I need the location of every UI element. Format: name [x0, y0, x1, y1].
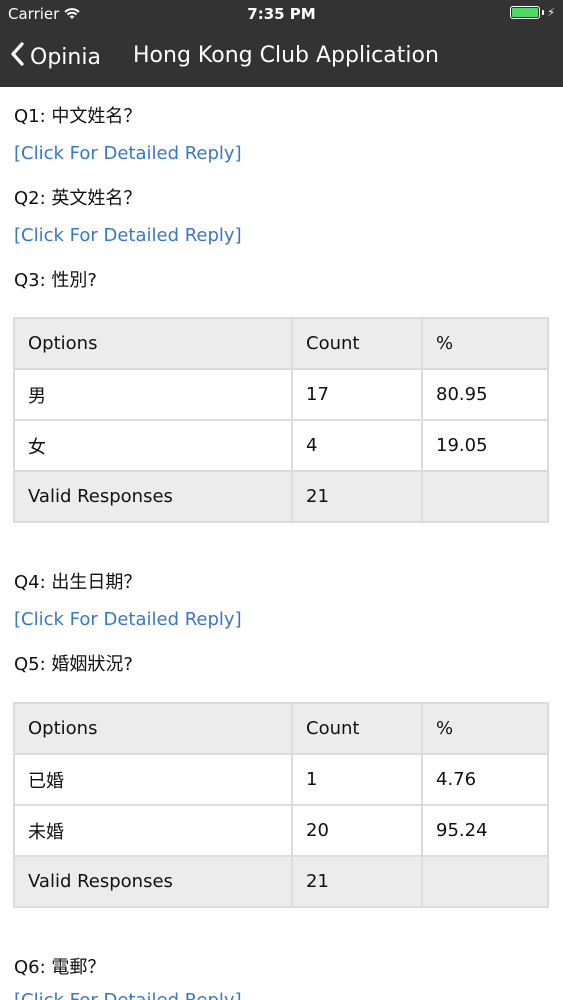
table-footer-row: Valid Responses 21	[13, 470, 549, 523]
detailed-reply-link-q1[interactable]: [Click For Detailed Reply]	[14, 143, 242, 164]
table-header-row: Options Count %	[13, 702, 549, 755]
charging-bolt-icon: ⚡	[547, 6, 555, 19]
screen: Carrier 7:35 PM ⚡ Opinia Hong Kong Club …	[0, 0, 563, 1000]
column-header-percent: %	[421, 317, 549, 370]
clock: 7:35 PM	[247, 5, 316, 23]
navigation-bar: Opinia Hong Kong Club Application	[0, 28, 563, 87]
option-cell: 未婚	[13, 804, 293, 857]
valid-responses-label: Valid Responses	[13, 855, 293, 908]
question-q6: Q6: 電郵？	[14, 957, 106, 978]
table-footer-row: Valid Responses 21	[13, 855, 549, 908]
results-table-q5: Options Count % 已婚 1 4.76 未婚 20 95.24 Va…	[13, 702, 549, 908]
table-row: 女 4 19.05	[13, 419, 549, 472]
top-bar: Carrier 7:35 PM ⚡ Opinia Hong Kong Club …	[0, 0, 563, 87]
option-cell: 女	[13, 419, 293, 472]
count-cell: 4	[291, 419, 423, 472]
valid-responses-count: 21	[291, 470, 423, 523]
table-row: 未婚 20 95.24	[13, 804, 549, 857]
question-q3: Q3: 性別?	[14, 270, 97, 291]
valid-responses-percent	[421, 470, 549, 523]
percent-cell: 95.24	[421, 804, 549, 857]
column-header-percent: %	[421, 702, 549, 755]
valid-responses-label: Valid Responses	[13, 470, 293, 523]
count-cell: 17	[291, 368, 423, 421]
column-header-count: Count	[291, 317, 423, 370]
question-q4: Q4: 出生日期？	[14, 572, 142, 593]
percent-cell: 19.05	[421, 419, 549, 472]
results-table-q3: Options Count % 男 17 80.95 女 4 19.05 Val…	[13, 317, 549, 523]
column-header-count: Count	[291, 702, 423, 755]
question-q1: Q1: 中文姓名？	[14, 106, 142, 127]
table-header-row: Options Count %	[13, 317, 549, 370]
back-button-label: Opinia	[30, 44, 101, 70]
detailed-reply-link-q6[interactable]: [Click For Detailed Reply]	[14, 990, 242, 1000]
chevron-left-icon	[10, 42, 24, 72]
table-row: 已婚 1 4.76	[13, 753, 549, 806]
question-q2: Q2: 英文姓名？	[14, 188, 142, 209]
detailed-reply-link-q4[interactable]: [Click For Detailed Reply]	[14, 609, 242, 630]
detailed-reply-link-q2[interactable]: [Click For Detailed Reply]	[14, 225, 242, 246]
percent-cell: 80.95	[421, 368, 549, 421]
page-title: Hong Kong Club Application	[133, 43, 439, 68]
column-header-options: Options	[13, 317, 293, 370]
valid-responses-percent	[421, 855, 549, 908]
table-row: 男 17 80.95	[13, 368, 549, 421]
question-q5: Q5: 婚姻狀況?	[14, 654, 133, 675]
valid-responses-count: 21	[291, 855, 423, 908]
option-cell: 已婚	[13, 753, 293, 806]
column-header-options: Options	[13, 702, 293, 755]
percent-cell: 4.76	[421, 753, 549, 806]
status-bar: Carrier 7:35 PM ⚡	[0, 0, 563, 28]
option-cell: 男	[13, 368, 293, 421]
count-cell: 1	[291, 753, 423, 806]
battery-icon: ⚡	[510, 6, 555, 19]
back-button[interactable]: Opinia	[10, 42, 101, 72]
count-cell: 20	[291, 804, 423, 857]
